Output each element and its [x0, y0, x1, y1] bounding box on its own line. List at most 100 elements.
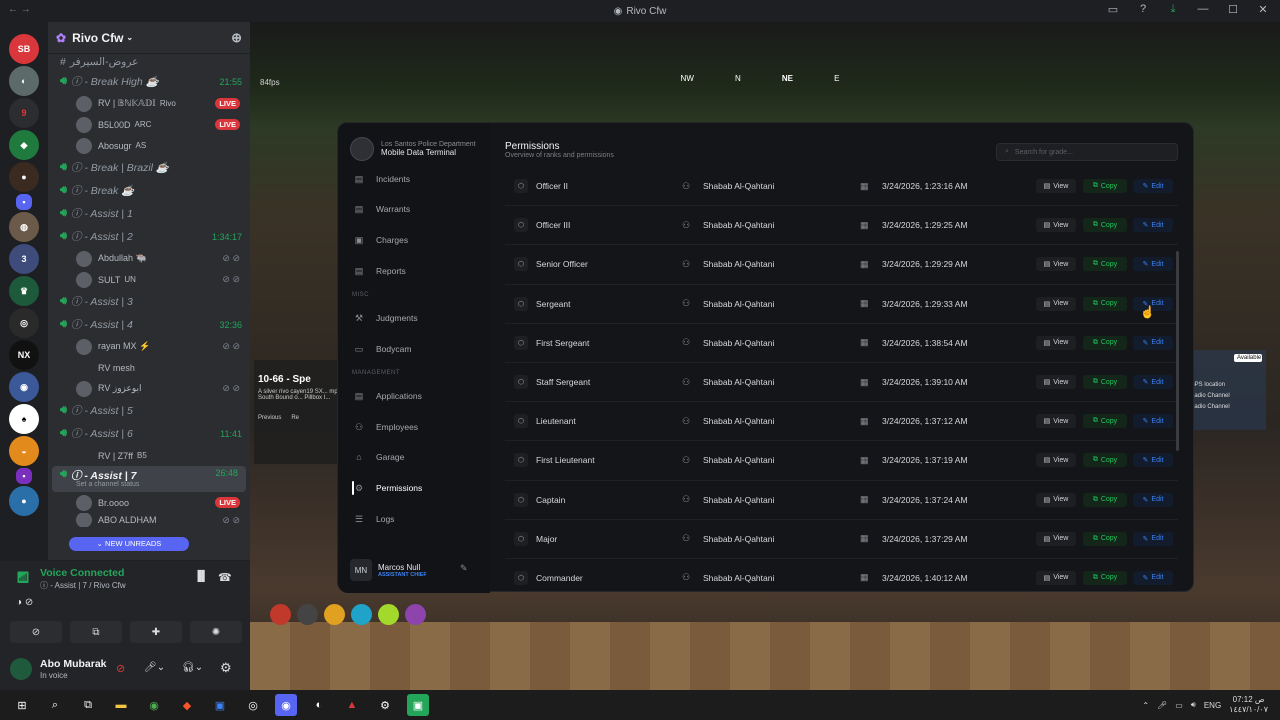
- nav-charges[interactable]: ▣ Charges: [352, 229, 482, 251]
- permission-row[interactable]: ⬡ Major ⚇ Shabab Al-Qahtani ▦ 3/24/2026, 1:37…: [505, 520, 1178, 559]
- nav-applications[interactable]: ▤ Applications: [352, 385, 482, 407]
- steam-icon[interactable]: ◐: [308, 694, 330, 716]
- server-icon[interactable]: 9: [9, 98, 39, 128]
- permission-row[interactable]: ⬡ First Lieutenant ⚇ Shabab Al-Qahtani ▦ 3/24…: [505, 441, 1178, 481]
- channel-status[interactable]: Set a channel status: [76, 481, 139, 488]
- brave-icon[interactable]: ◆: [176, 694, 198, 716]
- voice-user[interactable]: RV | 𝔹ℕ𝕂𝔸𝔻𝕀 Rivo LIVE: [48, 93, 250, 114]
- permission-row[interactable]: ⬡ Officer II ⚇ Shabab Al-Qahtani ▦ 3/24/2026,…: [505, 167, 1178, 207]
- server-icon[interactable]: ▪: [16, 194, 32, 210]
- server-icon[interactable]: ◉: [9, 372, 39, 402]
- voice-channel-break[interactable]: 🔊︎ ⓘ - Break ☕: [48, 179, 250, 202]
- server-icon[interactable]: SB: [9, 34, 39, 64]
- voice-channel-break-brazil[interactable]: 🔊︎ ⓘ - Break | Brazil ☕: [48, 156, 250, 179]
- edit-button[interactable]: ✎ Edit: [1133, 414, 1173, 429]
- headphones-icon[interactable]: 🎧︎⌄: [182, 662, 203, 673]
- permission-row[interactable]: ⬡ Commander ⚇ Shabab Al-Qahtani ▦ 3/24/2026, …: [505, 559, 1178, 589]
- edit-profile-icon[interactable]: ✎: [460, 563, 468, 574]
- previous-button[interactable]: Previous: [258, 415, 281, 421]
- task-view-icon[interactable]: ⧉: [77, 694, 99, 716]
- view-button[interactable]: ▤ View: [1036, 414, 1076, 429]
- copy-button[interactable]: ⧉ Copy: [1083, 179, 1127, 194]
- app-icon[interactable]: ▣: [407, 694, 429, 716]
- avatar[interactable]: [10, 658, 32, 680]
- edit-button[interactable]: ✎ Edit: [1133, 218, 1173, 233]
- edit-button[interactable]: ✎ Edit: [1133, 570, 1173, 585]
- voice-user[interactable]: B5L00D ARC LIVE: [48, 114, 250, 135]
- new-unreads-pill[interactable]: ⌄ NEW UNREADS: [69, 537, 189, 551]
- settings-icon[interactable]: ⚙: [374, 694, 396, 716]
- voice-user[interactable]: Abosugr AS: [48, 135, 250, 156]
- next-button[interactable]: Re: [291, 415, 299, 421]
- app-icon[interactable]: ▲: [341, 694, 363, 716]
- voice-channel-assist-2[interactable]: 🔊︎ ⓘ - Assist | 2 1:34:17: [48, 225, 250, 248]
- copy-button[interactable]: ⧉ Copy: [1083, 414, 1127, 429]
- maximize-icon[interactable]: ☐: [1226, 3, 1240, 16]
- close-icon[interactable]: ✕: [1256, 3, 1270, 16]
- voice-user[interactable]: Abdullah 🐃 ⊘ ⊘: [48, 248, 250, 269]
- permission-row[interactable]: ⬡ First Sergeant ⚇ Shabab Al-Qahtani ▦ 3/24/2…: [505, 324, 1178, 363]
- server-icon[interactable]: ◆: [9, 130, 39, 160]
- nav-garage[interactable]: ⌂ Garage: [352, 446, 482, 468]
- app-icon[interactable]: ▣: [209, 694, 231, 716]
- inbox-icon[interactable]: ▭: [1106, 3, 1120, 16]
- language-indicator[interactable]: ENG: [1204, 701, 1221, 710]
- activity-icon[interactable]: ◑ ⊘: [16, 597, 33, 608]
- voice-channel-assist-1[interactable]: 🔊︎ ⓘ - Assist | 1: [48, 202, 250, 225]
- voice-user[interactable]: RV mesh: [48, 357, 250, 378]
- gear-icon[interactable]: ⚙: [220, 660, 232, 676]
- view-button[interactable]: ▤ View: [1036, 296, 1076, 311]
- view-button[interactable]: ▤ View: [1036, 335, 1076, 350]
- nav-permissions[interactable]: ⚙ Permissions: [352, 477, 482, 499]
- officer-profile[interactable]: MN Marcos Null ASSISTANT CHIEF: [350, 559, 427, 581]
- stream-off-icon[interactable]: ⊘: [116, 662, 125, 675]
- copy-button[interactable]: ⧉ Copy: [1083, 296, 1127, 311]
- copy-button[interactable]: ⧉ Copy: [1083, 492, 1127, 507]
- voice-user[interactable]: RV ابوعزوز ⊘ ⊘: [48, 378, 250, 399]
- permission-row[interactable]: ⬡ Officer III ⚇ Shabab Al-Qahtani ▦ 3/24/2026…: [505, 206, 1178, 246]
- edit-button[interactable]: ✎ Edit: [1133, 531, 1173, 546]
- voice-channel-break-high[interactable]: 🔊︎ ⓘ - Break High ☕ 21:55: [48, 70, 250, 93]
- voice-channel-assist-5[interactable]: 🔊︎ ⓘ - Assist | 5: [48, 399, 250, 422]
- server-icon[interactable]: ●: [9, 162, 39, 192]
- screen-share-button[interactable]: ⧉: [70, 621, 122, 643]
- server-icon[interactable]: ♠: [9, 404, 39, 434]
- search-icon[interactable]: ⌕: [44, 694, 66, 716]
- start-icon[interactable]: ⊞: [11, 694, 33, 716]
- copy-button[interactable]: ⧉ Copy: [1083, 375, 1127, 390]
- permission-row[interactable]: ⬡ Lieutenant ⚇ Shabab Al-Qahtani ▦ 3/24/2026,…: [505, 402, 1178, 442]
- view-button[interactable]: ▤ View: [1036, 179, 1076, 194]
- permission-row[interactable]: ⬡ Captain ⚇ Shabab Al-Qahtani ▦ 3/24/2026, 1:…: [505, 481, 1178, 520]
- noise-suppression-icon[interactable]: ▐▌: [194, 571, 208, 582]
- file-explorer-icon[interactable]: ▬: [110, 694, 132, 716]
- voice-user[interactable]: RV | Z7ff B5: [48, 445, 250, 466]
- server-header[interactable]: ✿ Rivo Cfw ⌄ ⊕: [48, 22, 250, 54]
- copy-button[interactable]: ⧉ Copy: [1083, 531, 1127, 546]
- server-icon[interactable]: ◍: [9, 212, 39, 242]
- server-icon[interactable]: NX: [9, 340, 39, 370]
- permission-row[interactable]: ⬡ Sergeant ⚇ Shabab Al-Qahtani ▦ 3/24/2026, 1…: [505, 285, 1178, 324]
- server-icon[interactable]: ●: [9, 486, 39, 516]
- server-icon[interactable]: ♛: [9, 276, 39, 306]
- activities-button[interactable]: ✚: [130, 621, 182, 643]
- edit-button[interactable]: ✎ Edit: [1133, 179, 1173, 194]
- copy-button[interactable]: ⧉ Copy: [1083, 453, 1127, 468]
- view-button[interactable]: ▤ View: [1036, 453, 1076, 468]
- nav-logs[interactable]: ☰ Logs: [352, 508, 482, 530]
- nav-bodycam[interactable]: ▭ Bodycam: [352, 338, 482, 360]
- permission-row[interactable]: ⬡ Senior Officer ⚇ Shabab Al-Qahtani ▦ 3/24/2…: [505, 245, 1178, 285]
- disconnect-icon[interactable]: ☎: [218, 571, 232, 584]
- channel-item[interactable]: # عروض-السيرفر: [48, 54, 250, 70]
- back-forward-icon[interactable]: ← →: [8, 4, 31, 15]
- edit-button[interactable]: ✎ Edit: [1133, 335, 1173, 350]
- camera-off-button[interactable]: ⊘: [10, 621, 62, 643]
- grade-search-input[interactable]: ⌕ Search for grade...: [996, 143, 1178, 161]
- view-button[interactable]: ▤ View: [1036, 257, 1076, 272]
- voice-user[interactable]: Br.oooo LIVE: [48, 492, 250, 513]
- help-icon[interactable]: ?: [1136, 3, 1150, 16]
- clock[interactable]: 07:12 ص ١٤٤٧/١٠/٠٧: [1229, 695, 1268, 715]
- microphone-icon[interactable]: 🎤︎: [1157, 701, 1167, 710]
- add-member-icon[interactable]: ⊕: [231, 30, 242, 46]
- view-button[interactable]: ▤ View: [1036, 375, 1076, 390]
- download-icon[interactable]: ⤓: [1166, 3, 1180, 16]
